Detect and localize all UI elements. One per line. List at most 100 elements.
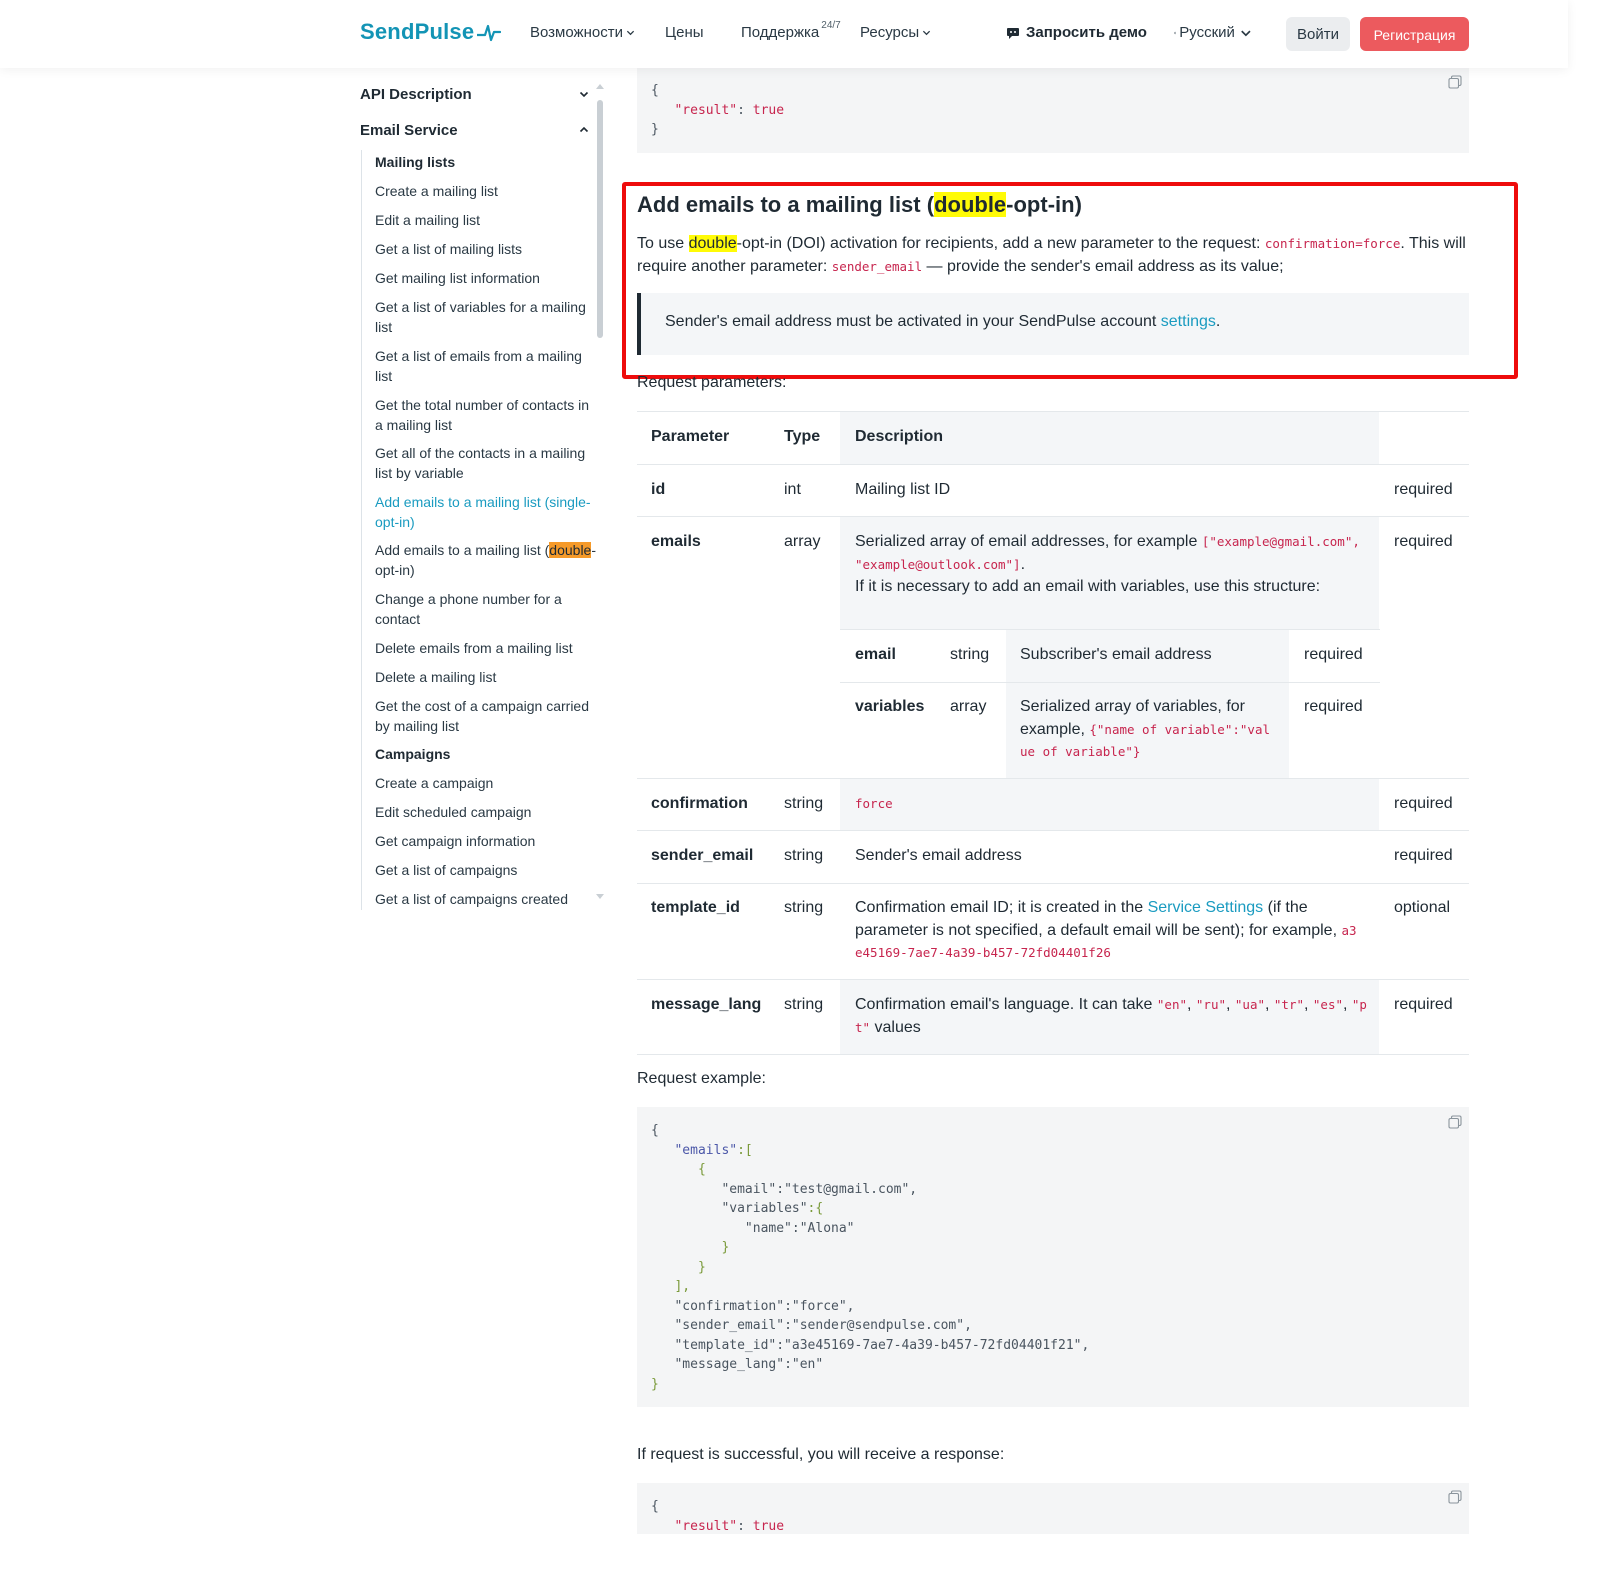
desc-text: parameter is not specified, a default em… [855, 921, 1342, 939]
sidebar-item-delete-emails[interactable]: Delete emails from a mailing list [375, 639, 597, 659]
section-title-part: Add emails to a mailing list ( [637, 192, 935, 217]
sidebar-item-edit-mailing-list[interactable]: Edit a mailing list [375, 211, 597, 231]
param-type: string [784, 847, 824, 864]
table-rule [637, 979, 1469, 980]
nav-pricing[interactable]: Цены [665, 24, 704, 41]
language-selector[interactable]: Русский [1174, 24, 1252, 41]
sidebar-item-total-contacts[interactable]: Get the total number of contacts in a ma… [375, 396, 597, 435]
nav-pricing-label[interactable]: Цены [665, 24, 704, 41]
param-type: string [784, 795, 824, 812]
code-brace: } [651, 122, 659, 137]
support-badge: 24/7 [821, 20, 841, 31]
sidebar-item-list-campaigns[interactable]: Get a list of campaigns [375, 861, 597, 881]
note-body: Sender's email address must be activated… [665, 313, 1161, 330]
note-text: Sender's email address must be activated… [665, 313, 1220, 331]
inline-code: e45169-7ae7-4a39-b457-72fd04401f26 [855, 945, 1111, 960]
param-name: email [855, 646, 896, 663]
desc-text: values [870, 1018, 921, 1036]
logo-text[interactable]: SendPulse [360, 19, 474, 45]
code-line: } [651, 1376, 659, 1392]
pulse-icon [477, 24, 502, 42]
request-parameters-label: Request parameters: [637, 374, 787, 391]
inline-code: "ua" [1234, 997, 1265, 1012]
language-label[interactable]: Русский [1179, 24, 1235, 41]
section-intro: To use double-opt-in (DOI) activation fo… [637, 233, 1469, 278]
request-demo-label[interactable]: Запросить демо [1026, 24, 1147, 41]
sidebar-group-campaigns[interactable]: Campaigns [375, 745, 597, 765]
request-demo-link[interactable]: Запросить демо [1006, 24, 1147, 41]
param-required: optional [1394, 899, 1451, 916]
code-key: "result" [674, 102, 738, 118]
sidebar-item-add-emails-single-opt-in[interactable]: Add emails to a mailing list (single-opt… [375, 493, 597, 532]
sidebar-item-campaign-info[interactable]: Get campaign information [375, 832, 597, 852]
sidebar-item-edit-scheduled-campaign[interactable]: Edit scheduled campaign [375, 803, 597, 823]
sidebar-item-create-campaign[interactable]: Create a campaign [375, 774, 597, 794]
sidebar-section-email-service[interactable]: Email Service [360, 122, 458, 139]
inline-code: "ru" [1195, 997, 1226, 1012]
code-key: "email" [721, 1181, 777, 1197]
note-callout: Sender's email address must be activated… [637, 293, 1469, 355]
sidebar-item-delete-mailing-list[interactable]: Delete a mailing list [375, 668, 597, 688]
param-type: array [784, 533, 821, 550]
section-title: Add emails to a mailing list (double-opt… [637, 192, 1082, 218]
desc-text: Confirmation email's language. It can ta… [855, 996, 1157, 1013]
copy-icon[interactable] [1448, 1490, 1462, 1504]
chevron-down-icon [1241, 30, 1251, 37]
code-punct: :[ [737, 1142, 753, 1158]
param-description: Subscriber's email address [1020, 646, 1212, 663]
param-name: message_lang [651, 996, 762, 1013]
param-required: required [1394, 847, 1453, 864]
param-type: string [784, 996, 824, 1013]
inline-code: "en" [1156, 997, 1187, 1012]
code-value: true [752, 1518, 785, 1534]
nav-support[interactable]: Поддержка 24/7 [741, 20, 841, 41]
sidebar-item-list-campaigns-created[interactable]: Get a list of campaigns created [375, 890, 597, 910]
sidebar-item-campaign-cost[interactable]: Get the cost of a campaign carried by ma… [375, 697, 597, 736]
service-settings-link[interactable]: Service Settings [1148, 899, 1264, 916]
nav-resources-label[interactable]: Ресурсы [860, 24, 919, 41]
login-button[interactable]: Войти [1286, 17, 1350, 51]
chevron-up-icon[interactable] [579, 125, 589, 135]
table-rule [637, 778, 1469, 779]
register-button[interactable]: Регистрация [1360, 17, 1469, 51]
inline-code: {"name of variable":"val [1089, 721, 1270, 737]
desc-text: (if the [1263, 899, 1308, 916]
copy-icon[interactable] [1448, 75, 1462, 89]
param-description: Serialized array of variables, for exampl… [1020, 696, 1280, 764]
sidebar-section-api-description[interactable]: API Description [360, 86, 472, 103]
param-description: Sender's email address [855, 847, 1022, 864]
param-required: required [1304, 646, 1363, 663]
sidebar-group-mailing-lists[interactable]: Mailing lists [375, 153, 597, 173]
settings-link[interactable]: settings [1161, 313, 1216, 330]
chevron-down-icon[interactable] [579, 89, 589, 99]
sidebar-item-list-emails[interactable]: Get a list of emails from a mailing list [375, 347, 597, 386]
nav-features[interactable]: Возможности [530, 24, 635, 41]
param-type: string [784, 899, 824, 916]
note-end: . [1215, 313, 1221, 330]
nav-features-label[interactable]: Возможности [530, 24, 623, 41]
code-colon: : [737, 1518, 753, 1534]
code-key: "message_lang" [674, 1357, 785, 1372]
intro-text: To use [637, 235, 689, 252]
sidebar-item-mailing-list-info[interactable]: Get mailing list information [375, 269, 597, 289]
code-line: ], [674, 1279, 691, 1294]
param-type: array [950, 698, 987, 715]
sidebar-scrollbar-thumb[interactable] [597, 100, 603, 338]
sendpulse-logo[interactable]: SendPulse [360, 19, 502, 45]
sidebar-item-create-mailing-list[interactable]: Create a mailing list [375, 182, 597, 202]
sidebar-item-label-part: Add emails to a mailing list ( [375, 542, 550, 558]
sidebar-item-contacts-by-variable[interactable]: Get all of the contacts in a mailing lis… [375, 444, 597, 483]
copy-icon[interactable] [1448, 1115, 1462, 1129]
sidebar-item-add-emails-double-opt-in[interactable]: Add emails to a mailing list (double-opt… [375, 541, 597, 580]
nav-support-label[interactable]: Поддержка [741, 24, 819, 41]
code-value: true [752, 102, 785, 118]
sidebar-item-list-variables[interactable]: Get a list of variables for a mailing li… [375, 298, 597, 337]
scroll-up-arrow[interactable] [596, 84, 604, 89]
desc-text: Serialized array of variables, for [1020, 698, 1245, 715]
section-title-part: -opt-in) [1006, 192, 1082, 217]
sidebar-item-list-mailing-lists[interactable]: Get a list of mailing lists [375, 240, 597, 260]
scroll-down-arrow[interactable] [596, 894, 604, 899]
nav-resources[interactable]: Ресурсы [860, 24, 931, 41]
sidebar-item-change-phone[interactable]: Change a phone number for a contact [375, 590, 597, 629]
param-required: required [1304, 698, 1363, 715]
